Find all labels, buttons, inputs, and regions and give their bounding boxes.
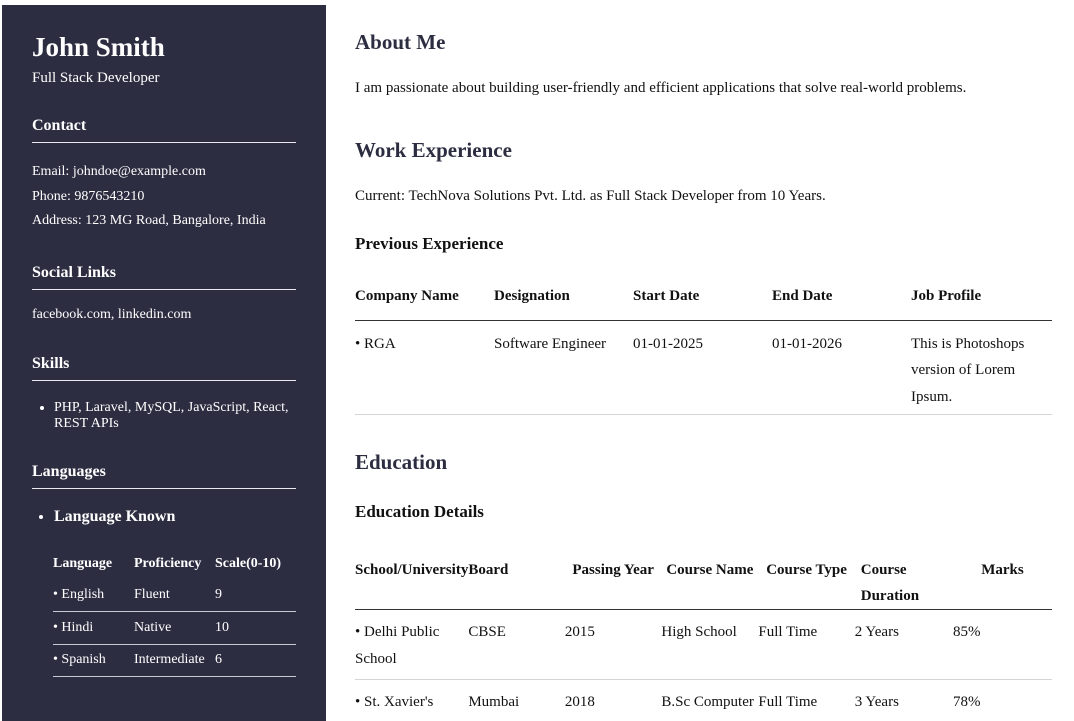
social-links[interactable]: facebook.com, linkedin.com bbox=[32, 307, 296, 323]
languages-known: Language Known bbox=[32, 508, 175, 526]
proficiency-cell: Intermediate bbox=[134, 644, 215, 677]
column-header: Board bbox=[468, 547, 565, 610]
company-cell: • RGA bbox=[355, 320, 494, 415]
previous-experience-heading: Previous Experience bbox=[355, 234, 504, 253]
board-cell: CBSE bbox=[468, 609, 565, 680]
work-heading: Work Experience bbox=[355, 138, 512, 162]
designation-cell: Software Engineer bbox=[494, 320, 633, 415]
job-profile-cell: This is Photoshops version of Lorem Ipsu… bbox=[911, 320, 1052, 415]
table-row: • St. Xavier's Mumbai 2018 B.Sc Computer… bbox=[355, 679, 1052, 721]
column-header: Scale(0-10) bbox=[215, 556, 282, 571]
scale-cell: 10 bbox=[215, 611, 296, 645]
proficiency-cell: Native bbox=[134, 611, 215, 645]
column-header: End Date bbox=[772, 278, 911, 321]
about-heading: About Me bbox=[355, 30, 446, 54]
course-name-cell: B.Sc Computer bbox=[661, 679, 759, 721]
school-cell: • St. Xavier's bbox=[355, 679, 469, 721]
language-table-header: Language Proficiency Scale(0-10) bbox=[53, 549, 296, 579]
work-table-header: Company Name Designation Start Date End … bbox=[355, 278, 1052, 321]
column-header: Start Date bbox=[633, 278, 772, 321]
scale-cell: 9 bbox=[215, 579, 296, 612]
proficiency-cell: Fluent bbox=[134, 579, 215, 612]
language-known-label: Language Known bbox=[54, 508, 175, 526]
social-heading: Social Links bbox=[32, 264, 296, 290]
table-row: • Hindi Native 10 bbox=[53, 611, 296, 645]
passing-year-cell: 2018 bbox=[564, 679, 662, 721]
start-date-cell: 01-01-2025 bbox=[633, 320, 772, 415]
scale-cell: 6 bbox=[215, 644, 296, 677]
course-name-cell: High School bbox=[661, 609, 759, 680]
work-table: Company Name Designation Start Date End … bbox=[355, 278, 1052, 415]
course-duration-cell: 3 Years bbox=[854, 679, 953, 721]
languages-heading: Languages bbox=[32, 463, 296, 489]
language-table: Language Proficiency Scale(0-10) • Engli… bbox=[53, 549, 296, 677]
column-header: Job Profile bbox=[911, 278, 1052, 321]
course-duration-cell: 2 Years bbox=[854, 609, 953, 680]
column-header: Passing Year bbox=[564, 547, 662, 610]
language-cell: • Spanish bbox=[53, 644, 134, 677]
language-cell: • Hindi bbox=[53, 611, 134, 645]
table-row: • English Fluent 9 bbox=[53, 579, 296, 612]
table-row: • RGA Software Engineer 01-01-2025 01-01… bbox=[355, 320, 1052, 415]
sidebar: John Smith Full Stack Developer Contact … bbox=[2, 5, 326, 721]
work-current: Current: TechNova Solutions Pvt. Ltd. as… bbox=[355, 188, 826, 204]
board-cell: Mumbai bbox=[468, 679, 565, 721]
language-cell: • English bbox=[53, 579, 134, 612]
about-text: I am passionate about building user-frie… bbox=[355, 80, 967, 96]
education-heading: Education bbox=[355, 450, 448, 474]
course-type-cell: Full Time bbox=[758, 609, 855, 680]
education-details-heading: Education Details bbox=[355, 502, 484, 521]
end-date-cell: 01-01-2026 bbox=[772, 320, 911, 415]
column-header: Course Name bbox=[661, 547, 759, 610]
contact-phone: Phone: 9876543210 bbox=[32, 189, 145, 204]
marks-cell: 78% bbox=[952, 679, 1052, 721]
profile-name: John Smith bbox=[32, 32, 165, 62]
contact-heading: Contact bbox=[32, 117, 296, 143]
education-table: School/University Board Passing Year Cou… bbox=[355, 547, 1052, 721]
education-table-header: School/University Board Passing Year Cou… bbox=[355, 547, 1052, 610]
table-row: • Delhi Public School CBSE 2015 High Sch… bbox=[355, 609, 1052, 680]
course-type-cell: Full Time bbox=[758, 679, 855, 721]
column-header: Company Name bbox=[355, 278, 494, 321]
column-header: School/University bbox=[355, 547, 469, 610]
column-header: Marks bbox=[952, 547, 1052, 610]
column-header: Course Type bbox=[758, 547, 855, 610]
skills-list: PHP, Laravel, MySQL, JavaScript, React, … bbox=[32, 400, 296, 432]
column-header: Course Duration bbox=[854, 547, 953, 610]
skills-heading: Skills bbox=[32, 355, 296, 381]
school-cell: • Delhi Public School bbox=[355, 609, 469, 680]
skill-item: PHP, Laravel, MySQL, JavaScript, React, … bbox=[54, 400, 296, 432]
contact-address: Address: 123 MG Road, Bangalore, India bbox=[32, 213, 266, 228]
profile-role: Full Stack Developer bbox=[32, 70, 160, 86]
passing-year-cell: 2015 bbox=[564, 609, 662, 680]
column-header: Language bbox=[53, 556, 113, 571]
table-row: • Spanish Intermediate 6 bbox=[53, 644, 296, 677]
marks-cell: 85% bbox=[952, 609, 1052, 680]
contact-email: Email: johndoe@example.com bbox=[32, 164, 206, 179]
column-header: Proficiency bbox=[134, 556, 202, 571]
column-header: Designation bbox=[494, 278, 633, 321]
